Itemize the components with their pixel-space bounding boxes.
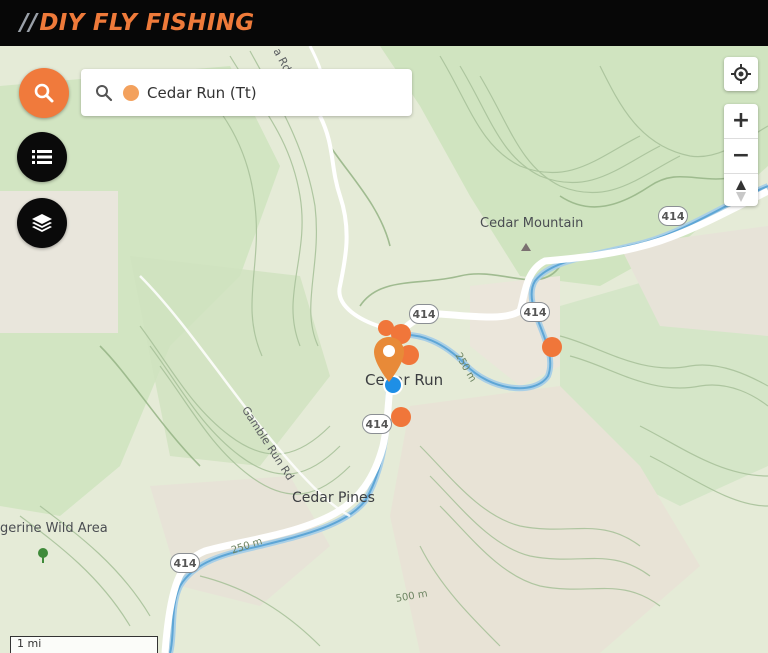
water-type-dot (123, 84, 139, 101)
crosshair-icon (731, 64, 751, 84)
compass-button[interactable] (724, 174, 758, 208)
brand-logo[interactable]: // DIY FLY FISHING (20, 10, 254, 36)
layers-button[interactable] (17, 198, 67, 248)
zoom-in-button[interactable]: + (724, 104, 758, 139)
peak-icon (521, 243, 531, 251)
scale-bar: 1 mi (10, 636, 158, 653)
compass-icon (736, 180, 746, 202)
brand-name: DIY FLY FISHING (39, 10, 255, 36)
app-header: // DIY FLY FISHING (0, 0, 768, 46)
list-button[interactable] (17, 132, 67, 182)
tree-icon (38, 548, 48, 563)
fishing-spot-marker[interactable] (542, 337, 562, 357)
zoom-controls: + − (724, 104, 758, 206)
search-field[interactable]: Cedar Run (Tt) (81, 69, 412, 116)
route-shield: 414 (170, 553, 200, 573)
selected-location-pin[interactable] (372, 336, 406, 384)
layers-icon (32, 214, 52, 232)
fishing-spot-marker[interactable] (378, 320, 394, 336)
label-cedar-mountain: Cedar Mountain (480, 216, 584, 231)
list-icon (32, 150, 52, 164)
route-shield: 414 (658, 206, 688, 226)
fishing-spot-marker[interactable] (391, 407, 411, 427)
search-button[interactable] (19, 68, 69, 118)
search-icon (96, 84, 113, 101)
locate-button[interactable] (724, 57, 758, 91)
route-shield: 414 (362, 414, 392, 434)
brand-slash: // (20, 10, 38, 36)
zoom-out-button[interactable]: − (724, 139, 758, 174)
search-value: Cedar Run (Tt) (147, 83, 257, 102)
route-shield: 414 (409, 304, 439, 324)
label-wild-area: gerine Wild Area (0, 521, 108, 536)
plus-icon: + (731, 108, 751, 133)
search-icon (34, 83, 54, 103)
route-shield: 414 (520, 302, 550, 322)
minus-icon: − (731, 143, 751, 168)
label-cedar-pines: Cedar Pines (292, 490, 375, 506)
map-canvas[interactable]: Cedar Run Cedar Mountain Cedar Pines ger… (0, 46, 768, 653)
